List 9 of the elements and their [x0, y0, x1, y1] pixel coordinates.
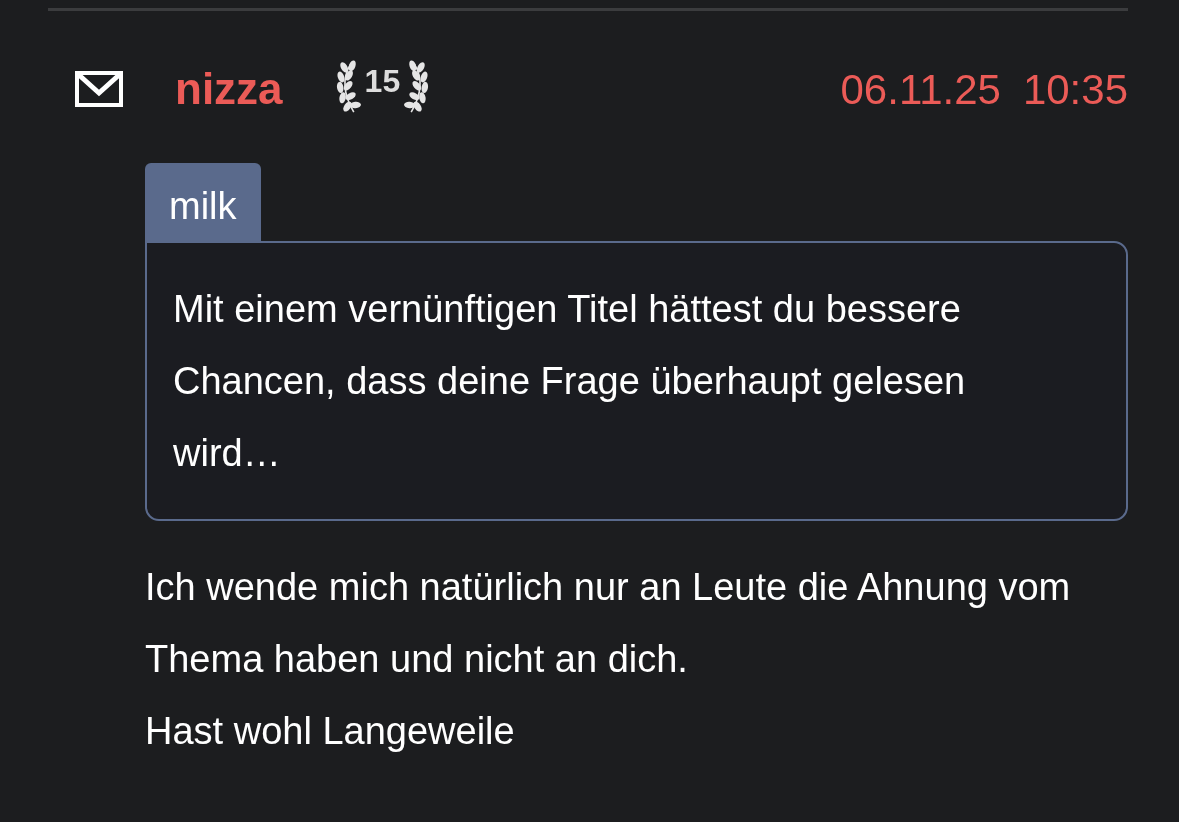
quote-text: Mit einem vernünftigen Titel hättest du bessere Chancen, dass deine Frage überhaupt gelesen wird… — [173, 287, 967, 476]
post-time: 10:35 — [1022, 64, 1128, 115]
username[interactable]: nizza — [175, 56, 283, 122]
post-date: 06.11.25 — [840, 64, 1001, 115]
envelope-icon[interactable] — [75, 71, 123, 107]
rank-badge: 15 — [332, 54, 433, 124]
post-text: Ich wende mich natürlich nur an Leute die Ahnung vom Thema haben und nicht an dich. — [145, 565, 1072, 682]
quote-author[interactable]: milk — [145, 163, 261, 241]
post-text: Hast wohl Langeweile — [145, 709, 516, 754]
